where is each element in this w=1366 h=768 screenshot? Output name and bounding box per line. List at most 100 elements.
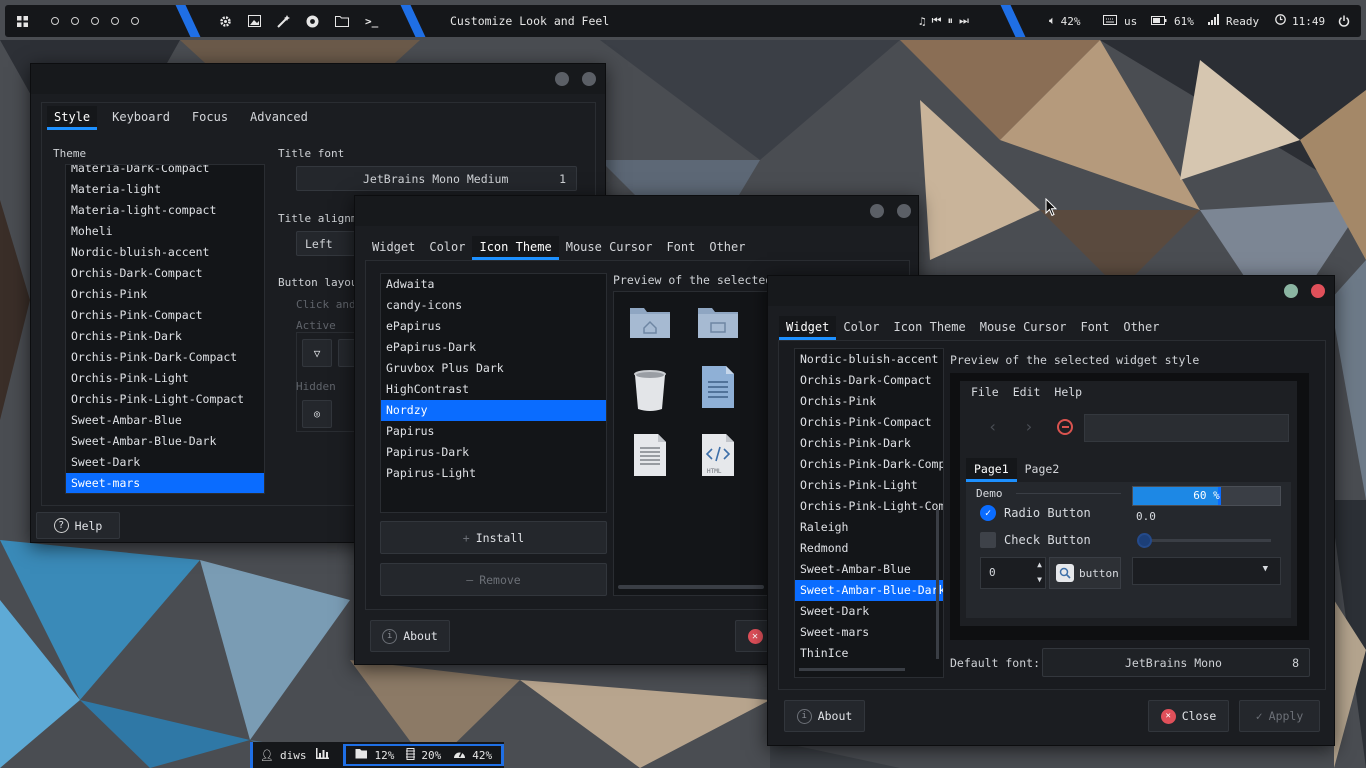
list-item[interactable]: Sweet-Ambar-Blue — [66, 410, 264, 431]
list-item[interactable]: Orchis-Dark-Compact — [795, 370, 943, 391]
close-button[interactable] — [1311, 284, 1325, 298]
title-font-button[interactable]: JetBrains Mono Medium 1 — [296, 166, 577, 191]
list-item[interactable]: Redmond — [795, 538, 943, 559]
list-item[interactable]: Materia-Dark-Compact — [66, 165, 264, 179]
system-monitor[interactable]: 12% 20% 42% — [343, 744, 505, 766]
tab-mouse-cursor[interactable]: Mouse Cursor — [973, 316, 1074, 340]
list-item[interactable]: Orchis-Pink-Dark-Compa — [795, 454, 943, 475]
tab-keyboard[interactable]: Keyboard — [105, 106, 177, 130]
list-item[interactable]: candy-icons — [381, 295, 606, 316]
list-item[interactable]: Orchis-Pink-Dark — [66, 326, 264, 347]
network-indicator[interactable]: Ready — [1208, 5, 1259, 37]
forward-icon[interactable]: › — [1024, 417, 1034, 436]
tab-advanced[interactable]: Advanced — [243, 106, 315, 130]
list-item[interactable]: Nordic-bluish-accent — [795, 349, 943, 370]
about-button[interactable]: i About — [370, 620, 450, 652]
workspace-1-icon[interactable] — [51, 17, 59, 25]
list-item[interactable]: ePapirus-Dark — [381, 337, 606, 358]
list-scrollbar[interactable] — [936, 509, 939, 659]
list-item[interactable]: Materia-light — [66, 179, 264, 200]
list-item[interactable]: Orchis-Pink-Light — [795, 475, 943, 496]
menu-edit[interactable]: Edit — [1013, 385, 1041, 399]
help-button[interactable]: ? Help — [36, 512, 120, 539]
folder-icon[interactable] — [335, 15, 349, 27]
tab-font[interactable]: Font — [659, 236, 702, 260]
close-button[interactable] — [897, 204, 911, 218]
list-item[interactable]: Raleigh — [795, 517, 943, 538]
app-menu-icon[interactable] — [17, 5, 28, 37]
tab-mouse-cursor[interactable]: Mouse Cursor — [559, 236, 660, 260]
workspace-switcher[interactable] — [45, 5, 145, 37]
workspace-4-icon[interactable] — [111, 17, 119, 25]
tab-other[interactable]: Other — [1116, 316, 1166, 340]
tab-icon-theme[interactable]: Icon Theme — [886, 316, 972, 340]
tab-widget[interactable]: Widget — [365, 236, 422, 260]
sticky-button[interactable]: ◎ — [302, 400, 332, 428]
list-item[interactable]: ePapirus — [381, 316, 606, 337]
shade-button[interactable]: ▽ — [302, 339, 332, 367]
about-button[interactable]: i About — [784, 700, 865, 732]
tab-page2[interactable]: Page2 — [1017, 458, 1068, 482]
list-hscrollbar[interactable] — [799, 668, 905, 671]
list-item[interactable]: Papirus-Dark — [381, 442, 606, 463]
volume-indicator[interactable]: 🔈︎ 42% — [1049, 5, 1080, 37]
workspace-3-icon[interactable] — [91, 17, 99, 25]
tab-font[interactable]: Font — [1073, 316, 1116, 340]
remove-button[interactable]: — Remove — [380, 563, 607, 596]
close-button[interactable]: ✕ Close — [1148, 700, 1229, 732]
theme-list[interactable]: Materia-Dark-Compact Materia-light Mater… — [65, 164, 265, 494]
titlebar[interactable] — [31, 64, 605, 94]
list-item[interactable]: Nordic-bluish-accent — [66, 242, 264, 263]
tab-widget[interactable]: Widget — [779, 316, 837, 340]
keyboard-layout[interactable]: us — [1103, 5, 1137, 37]
battery-indicator[interactable]: 61% — [1151, 5, 1194, 37]
clock[interactable]: 11:49 — [1275, 5, 1325, 37]
stats-icon[interactable] — [316, 748, 330, 762]
list-item-selected[interactable]: Sweet-Ambar-Blue-Dark — [795, 580, 943, 601]
list-item[interactable]: Orchis-Pink — [795, 391, 943, 412]
list-item[interactable]: Orchis-Dark-Compact — [66, 263, 264, 284]
list-item-selected[interactable]: Nordzy — [381, 400, 606, 421]
tab-color[interactable]: Color — [836, 316, 886, 340]
list-item[interactable]: Adwaita — [381, 274, 606, 295]
radio-button[interactable]: ✓ Radio Button — [980, 505, 1091, 521]
previous-icon[interactable]: ⏮ — [932, 14, 942, 28]
pause-icon[interactable]: ⏸ — [948, 14, 954, 28]
tab-focus[interactable]: Focus — [185, 106, 235, 130]
menu-help[interactable]: Help — [1054, 385, 1082, 399]
spinbox[interactable]: 0 ▲ ▼ — [980, 557, 1046, 589]
tab-icon-theme[interactable]: Icon Theme — [472, 236, 559, 260]
list-item[interactable]: Orchis-Pink — [66, 284, 264, 305]
list-item[interactable]: ThinIce — [795, 643, 943, 664]
list-item[interactable]: Orchis-Pink-Compact — [66, 305, 264, 326]
list-item[interactable]: HighContrast — [381, 379, 606, 400]
spin-up-icon[interactable]: ▲ — [1037, 560, 1042, 569]
spin-down-icon[interactable]: ▼ — [1037, 575, 1042, 584]
slider-handle[interactable] — [1137, 533, 1152, 548]
widget-style-list[interactable]: Nordic-bluish-accent Orchis-Dark-Compact… — [794, 348, 944, 678]
back-icon[interactable]: ‹ — [988, 417, 998, 436]
browser-icon[interactable] — [306, 15, 319, 28]
default-font-button[interactable]: JetBrains Mono 8 — [1042, 648, 1310, 677]
list-item[interactable]: Orchis-Pink-Light-Compact — [66, 389, 264, 410]
check-button[interactable]: Check Button — [980, 532, 1091, 548]
menu-file[interactable]: File — [971, 385, 999, 399]
preview-scrollbar[interactable] — [618, 585, 764, 589]
title-alignment-combo[interactable]: Left — [296, 231, 356, 256]
titlebar[interactable] — [768, 276, 1334, 306]
minimize-button[interactable] — [555, 72, 569, 86]
list-item[interactable]: Materia-light-compact — [66, 200, 264, 221]
apply-button[interactable]: ✓ Apply — [1239, 700, 1320, 732]
list-item[interactable]: Sweet-mars — [795, 622, 943, 643]
list-item[interactable]: Sweet-Ambar-Blue — [795, 559, 943, 580]
stop-icon[interactable] — [1057, 419, 1073, 435]
list-item[interactable]: Gruvbox Plus Dark — [381, 358, 606, 379]
list-item[interactable]: Orchis-Pink-Dark — [795, 433, 943, 454]
list-item-selected[interactable]: Sweet-mars — [66, 473, 264, 493]
image-viewer-icon[interactable] — [248, 15, 261, 27]
list-item[interactable]: Papirus — [381, 421, 606, 442]
list-item[interactable]: Orchis-Pink-Light-Comp — [795, 496, 943, 517]
list-item[interactable]: Moheli — [66, 221, 264, 242]
preview-location-field[interactable] — [1084, 414, 1289, 442]
workspace-2-icon[interactable] — [71, 17, 79, 25]
